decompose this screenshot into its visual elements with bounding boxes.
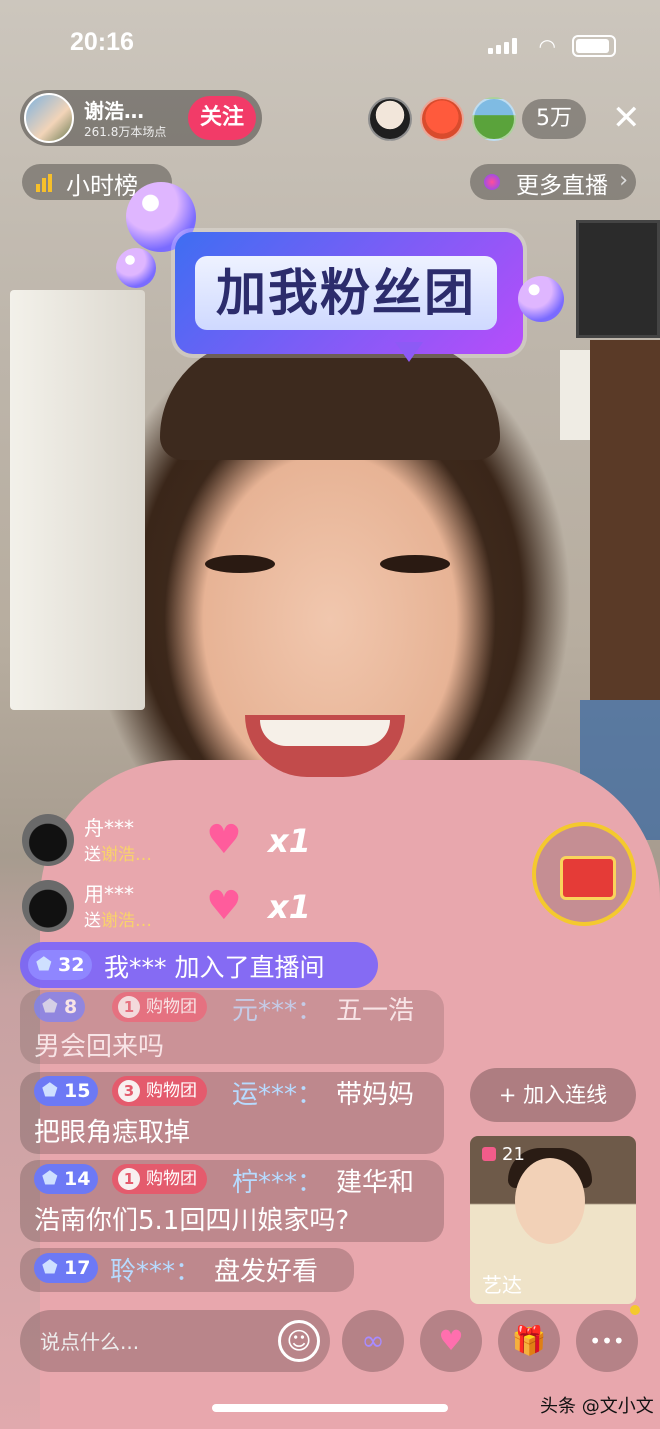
streamer-teeth xyxy=(260,720,390,746)
follow-button[interactable]: 关注 xyxy=(188,96,256,140)
chat-message[interactable]: 8 1 购物团 元***： 五一浩 男会回来吗 xyxy=(20,990,444,1064)
host-name: 谢浩… xyxy=(84,99,144,123)
viewer-avatar-3[interactable] xyxy=(472,97,516,141)
gift-target: 送谢浩… xyxy=(84,906,152,931)
background-picture-frame xyxy=(576,220,660,338)
chat-message[interactable]: 15 3 购物团 运***： 带妈妈 把眼角痣取掉 xyxy=(20,1072,444,1154)
gift-prefix: 送 xyxy=(84,911,101,931)
more-live-label: 更多直播 xyxy=(516,173,608,199)
fan-club-badge: 1 购物团 xyxy=(112,1164,207,1194)
close-icon[interactable]: ✕ xyxy=(612,96,641,140)
fan-level: 3 xyxy=(118,1080,140,1102)
battery-icon xyxy=(572,35,616,57)
comment-input-placeholder: 说点什么... xyxy=(40,1330,140,1354)
more-live-icon xyxy=(484,174,500,190)
chat-username[interactable]: 柠***： xyxy=(232,1162,323,1199)
chat-text-continued: 浩南你们5.1回四川娘家吗? xyxy=(34,1206,350,1236)
viewer-avatar-2[interactable] xyxy=(420,97,464,141)
gift-notification: 用*** 送谢浩… ♥ x1 xyxy=(20,876,311,936)
gift-target-name: 谢浩… xyxy=(101,845,152,865)
join-notice: 32 我*** 加入了直播间 xyxy=(20,942,378,988)
chat-message[interactable]: 14 1 购物团 柠***： 建华和 浩南你们5.1回四川娘家吗? xyxy=(20,1160,444,1242)
viewer-count[interactable]: 5万 xyxy=(522,99,586,139)
gift-target-name: 谢浩… xyxy=(101,911,152,931)
hourly-rank-label: 小时榜 xyxy=(66,172,138,200)
cellular-signal-icon xyxy=(488,38,518,54)
user-level-badge: 32 xyxy=(28,950,93,980)
bottom-toolbar: 说点什么... ☺ ∞ ♥ 🎁 ••• xyxy=(0,1306,660,1376)
streamer-hair xyxy=(160,340,500,460)
fan-club-badge: 3 购物团 xyxy=(112,1076,207,1106)
fan-club-sticker[interactable]: 加我粉丝团 xyxy=(175,232,523,362)
gift-user-avatar[interactable] xyxy=(22,880,74,932)
sticker-tail xyxy=(395,342,423,362)
host-likes: 261.8万本场点 xyxy=(84,125,167,139)
watermark: 头条 @文小文 xyxy=(540,1396,654,1417)
heart-icon[interactable]: ♥ xyxy=(420,1310,482,1372)
fan-club-label: 购物团 xyxy=(146,1081,197,1101)
more-options-icon[interactable]: ••• xyxy=(576,1310,638,1372)
heart-gift-icon: ♥ xyxy=(206,883,242,929)
gift-count: x1 xyxy=(268,822,311,860)
join-notice-text: 我*** 加入了直播间 xyxy=(104,953,325,982)
chat-text: 建华和 xyxy=(336,1168,415,1198)
live-stream-screen: 20:16 ◠ 谢浩… 261.8万本场点 关注 5万 ✕ 小时榜 更多直播 ›… xyxy=(0,0,660,1429)
fan-club-label: 购物团 xyxy=(146,1169,197,1189)
background-wine-rack xyxy=(590,340,660,700)
fan-club-badge: 1 购物团 xyxy=(112,992,207,1022)
home-indicator[interactable] xyxy=(212,1404,448,1412)
status-time: 20:16 xyxy=(70,28,134,56)
comment-input[interactable]: 说点什么... ☺ xyxy=(20,1310,330,1372)
fan-level: 1 xyxy=(118,1168,140,1190)
chat-text-continued: 男会回来吗 xyxy=(34,1032,165,1062)
more-live-button[interactable]: 更多直播 › xyxy=(470,164,636,200)
gift-target: 送谢浩… xyxy=(84,840,152,865)
chat-username[interactable]: 聆***： xyxy=(110,1251,201,1288)
picture-in-picture-window[interactable]: 21 艺达 xyxy=(470,1136,636,1304)
emoji-icon[interactable]: ☺ xyxy=(278,1320,320,1362)
gift-notification: 舟*** 送谢浩… ♥ x1 xyxy=(20,810,311,870)
treasure-chest-button[interactable] xyxy=(532,822,636,926)
gift-prefix: 送 xyxy=(84,845,101,865)
background-fridge xyxy=(10,290,145,710)
user-level-badge: 15 xyxy=(34,1076,99,1106)
treasure-chest-icon xyxy=(560,856,616,900)
disco-ball-small-icon xyxy=(116,248,156,288)
chat-username[interactable]: 运***： xyxy=(232,1074,323,1111)
host-info-pill[interactable]: 谢浩… 261.8万本场点 关注 xyxy=(20,90,262,146)
rank-bars-icon xyxy=(36,174,54,192)
fan-club-sticker-text: 加我粉丝团 xyxy=(195,256,497,330)
chat-text-continued: 把眼角痣取掉 xyxy=(34,1118,191,1148)
viewer-avatar-1[interactable] xyxy=(368,97,412,141)
share-link-icon[interactable]: ∞ xyxy=(342,1310,404,1372)
chat-text: 带妈妈 xyxy=(336,1080,415,1110)
user-level-badge: 17 xyxy=(34,1253,99,1283)
pip-face xyxy=(515,1158,585,1244)
gift-user-name: 舟*** xyxy=(84,816,134,840)
user-level-badge: 8 xyxy=(34,992,86,1022)
pip-viewer-count: 21 xyxy=(482,1144,525,1165)
chevron-right-icon: › xyxy=(619,168,628,193)
chat-text: 五一浩 xyxy=(336,996,415,1026)
gift-user-name: 用*** xyxy=(84,882,134,906)
wifi-icon: ◠ xyxy=(538,34,556,58)
notification-dot xyxy=(630,1305,640,1315)
disco-ball-right-icon xyxy=(518,276,564,322)
streamer-eye-right xyxy=(380,555,450,573)
chat-text: 盘发好看 xyxy=(214,1257,319,1287)
join-connection-button[interactable]: + 加入连线 xyxy=(470,1068,636,1122)
gift-user-avatar[interactable] xyxy=(22,814,74,866)
host-avatar[interactable] xyxy=(24,93,74,143)
chat-message[interactable]: 17 聆***： 盘发好看 xyxy=(20,1248,354,1292)
gift-icon[interactable]: 🎁 xyxy=(498,1310,560,1372)
chat-username[interactable]: 元***： xyxy=(232,990,323,1027)
streamer-eye-left xyxy=(205,555,275,573)
user-level-badge: 14 xyxy=(34,1164,99,1194)
fan-level: 1 xyxy=(118,996,140,1018)
gift-count: x1 xyxy=(268,888,311,926)
fan-club-label: 购物团 xyxy=(146,997,197,1017)
heart-gift-icon: ♥ xyxy=(206,817,242,863)
pip-name: 艺达 xyxy=(482,1273,522,1297)
status-bar: 20:16 ◠ xyxy=(0,28,660,62)
